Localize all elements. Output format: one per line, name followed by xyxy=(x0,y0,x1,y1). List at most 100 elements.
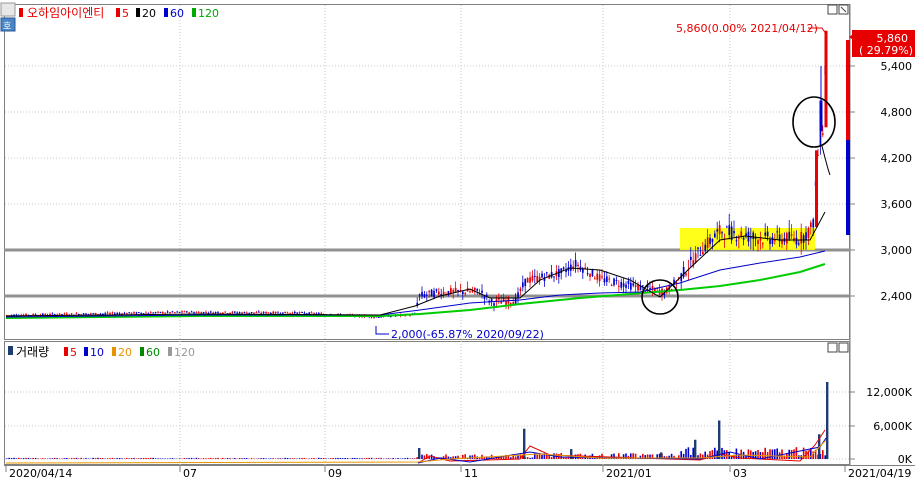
volume-bar xyxy=(308,458,310,459)
candle-body xyxy=(462,292,464,295)
volume-bar xyxy=(131,458,133,459)
candle-body xyxy=(738,238,740,239)
volume-bar xyxy=(241,458,243,459)
volume-bar xyxy=(239,458,241,459)
candle-body xyxy=(685,273,687,275)
candle-body xyxy=(426,295,428,296)
candle-body xyxy=(224,311,226,312)
candle-body xyxy=(611,285,613,286)
volume-y-tick-label: 0K xyxy=(898,453,913,466)
price-legend-toggle-icon[interactable] xyxy=(19,8,23,17)
candle-body xyxy=(76,313,78,314)
candle-body xyxy=(592,270,594,276)
candle-body xyxy=(712,239,714,242)
price-y-tick-label: 3,600 xyxy=(881,198,913,211)
volume-bar xyxy=(692,448,694,459)
stock-chart-window: 호 오하임아이엔티 52060120 5,860(0.00% 2021/04/1… xyxy=(0,0,915,480)
volume-bar xyxy=(407,458,409,459)
candle-body xyxy=(313,313,315,314)
volume-bar xyxy=(126,458,128,459)
volume-ma-legend-label-60: 60 xyxy=(146,346,160,359)
candle-body xyxy=(745,233,747,235)
candle-body xyxy=(229,313,231,314)
x-tick-label: 09 xyxy=(328,467,342,480)
candle-body xyxy=(304,313,306,314)
candle-body xyxy=(491,299,493,301)
volume-bar xyxy=(791,450,793,459)
volume-bar xyxy=(212,458,214,459)
volume-bar xyxy=(371,458,373,459)
volume-bar xyxy=(272,458,274,459)
candle-body xyxy=(200,312,202,313)
volume-bar xyxy=(388,458,390,459)
candle-body xyxy=(464,293,466,294)
candle-body xyxy=(152,313,154,314)
volume-bar xyxy=(20,458,22,459)
candle-body xyxy=(277,312,279,313)
volume-bar xyxy=(128,458,130,459)
candle-body xyxy=(798,243,800,244)
volume-bar xyxy=(56,458,58,459)
candle-body xyxy=(289,313,291,314)
volume-panel-close-button[interactable] xyxy=(839,343,848,352)
volume-bar xyxy=(764,448,766,459)
candle-body xyxy=(752,233,754,239)
volume-bar xyxy=(292,458,294,459)
volume-panel-minimize-button[interactable] xyxy=(828,343,837,352)
candle-body xyxy=(774,240,776,241)
candle-body xyxy=(577,265,579,266)
candle-body xyxy=(428,291,430,293)
candle-body xyxy=(719,225,721,234)
candle-body xyxy=(239,312,241,313)
volume-bar xyxy=(25,458,27,459)
volume-y-tick-label: 12,000K xyxy=(866,386,912,399)
candle-body xyxy=(210,312,212,313)
volume-bar xyxy=(186,458,188,459)
current-change: ( 29.79%) xyxy=(859,44,913,57)
volume-bar xyxy=(289,458,291,459)
volume-bar xyxy=(824,455,826,459)
volume-bar xyxy=(347,458,349,459)
volume-bar xyxy=(215,458,217,459)
volume-bar xyxy=(541,455,543,459)
volume-bar xyxy=(107,458,109,459)
candle-body xyxy=(702,252,704,255)
candle-body xyxy=(762,243,764,244)
volume-bar xyxy=(757,450,759,459)
volume-bar xyxy=(294,458,296,459)
candle-body xyxy=(563,267,565,268)
volume-legend-toggle-icon[interactable] xyxy=(8,346,13,355)
candle-body xyxy=(596,274,598,280)
candle-body xyxy=(256,312,258,313)
volume-bar xyxy=(49,458,51,459)
volume-bar xyxy=(361,458,363,459)
price-panel-minimize-button[interactable] xyxy=(828,5,837,14)
price-y-axis: 5,4004,8004,2003,6003,0002,400 xyxy=(850,60,912,303)
candle-body xyxy=(527,278,529,283)
candle-body xyxy=(515,297,517,304)
volume-bar xyxy=(368,458,370,459)
candle-body xyxy=(160,312,162,313)
candle-body xyxy=(311,312,313,313)
volume-bar xyxy=(748,449,750,459)
volume-bar-spike xyxy=(718,421,720,460)
candle-body xyxy=(493,303,495,306)
candle-body xyxy=(90,313,92,314)
chart-menu-icon[interactable] xyxy=(1,3,15,16)
candle-body xyxy=(140,313,142,314)
candle-body xyxy=(695,253,697,262)
candle-body xyxy=(215,312,217,313)
candle-body xyxy=(486,295,488,296)
candle-body xyxy=(728,225,730,235)
volume-bar xyxy=(378,458,380,459)
candle-body xyxy=(604,279,606,283)
candle-body xyxy=(133,312,135,313)
candle-body xyxy=(805,232,807,240)
candle-body xyxy=(697,247,699,249)
volume-bar xyxy=(80,458,82,459)
candle-body xyxy=(690,257,692,260)
candle-body xyxy=(59,313,61,314)
volume-bar xyxy=(527,457,529,459)
candle-body xyxy=(114,314,116,315)
volume-bar xyxy=(6,458,8,459)
